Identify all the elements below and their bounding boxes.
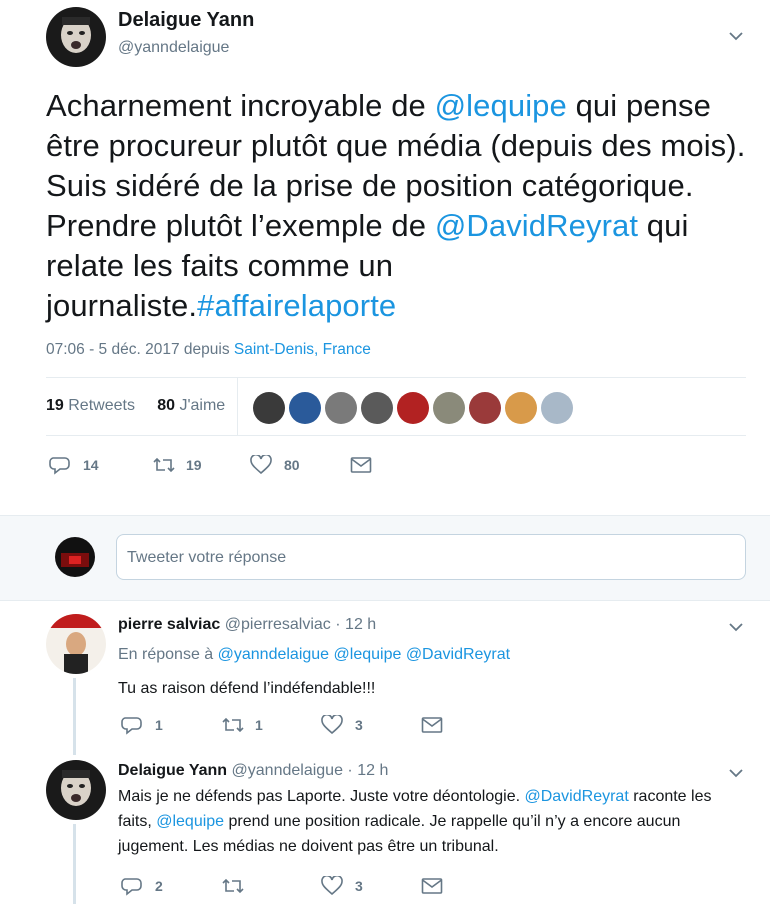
reply-icon bbox=[49, 457, 70, 475]
divider bbox=[46, 377, 746, 378]
liker-avatar[interactable] bbox=[361, 392, 393, 424]
reply-button[interactable]: 2 bbox=[121, 876, 221, 896]
liker-avatar[interactable] bbox=[289, 392, 321, 424]
retweet-count: 1 bbox=[255, 717, 263, 733]
liker-avatar[interactable] bbox=[253, 392, 285, 424]
tweet-timestamp: 07:06 - 5 déc. 2017 depuis Saint-Denis, … bbox=[46, 341, 371, 359]
mention-link[interactable]: #affairelaporte bbox=[197, 288, 396, 323]
retweet-button[interactable]: 19 bbox=[152, 455, 250, 475]
author-avatar[interactable] bbox=[46, 7, 106, 67]
reply-icon bbox=[121, 717, 142, 735]
reply-author-handle[interactable]: @yanndelaigue bbox=[232, 762, 343, 779]
reply-icon bbox=[121, 878, 142, 896]
reply-author-name[interactable]: Delaigue Yann bbox=[118, 762, 227, 779]
liker-avatar[interactable] bbox=[505, 392, 537, 424]
retweet-icon bbox=[222, 717, 244, 733]
mention-link[interactable]: @DavidReyrat bbox=[524, 788, 628, 805]
liker-avatar[interactable] bbox=[541, 392, 573, 424]
liker-avatar[interactable] bbox=[469, 392, 501, 424]
like-count: 3 bbox=[355, 717, 363, 733]
reply-input[interactable]: Tweeter votre réponse bbox=[116, 534, 746, 580]
reply-author-handle[interactable]: @pierresalviac bbox=[225, 616, 331, 633]
like-button[interactable]: 3 bbox=[321, 715, 421, 735]
text-segment: Acharnement incroyable de bbox=[46, 88, 435, 123]
envelope-icon bbox=[350, 457, 372, 473]
chevron-down-icon[interactable] bbox=[727, 618, 745, 636]
reply-actions: 1 1 3 bbox=[121, 715, 443, 735]
tweet-time[interactable]: 07:06 - 5 déc. 2017 bbox=[46, 341, 180, 358]
retweet-count: 19 bbox=[186, 457, 202, 473]
liker-avatar[interactable] bbox=[325, 392, 357, 424]
liker-avatar[interactable] bbox=[433, 392, 465, 424]
message-button[interactable] bbox=[421, 877, 443, 895]
message-button[interactable] bbox=[350, 456, 372, 474]
thread-line bbox=[73, 678, 76, 755]
like-button[interactable]: 3 bbox=[321, 876, 421, 896]
reply-time[interactable]: · 12 h bbox=[335, 616, 376, 633]
retweets-stat[interactable]: 19 Retweets bbox=[46, 397, 135, 414]
stats-divider bbox=[237, 378, 238, 435]
mention-link[interactable]: @lequipe bbox=[156, 813, 224, 830]
envelope-icon bbox=[421, 878, 443, 894]
retweet-icon bbox=[222, 878, 244, 894]
reply-text: Mais je ne défends pas Laporte. Juste vo… bbox=[118, 784, 748, 859]
tweet-actions: 14 19 80 bbox=[49, 455, 372, 475]
author-name[interactable]: Delaigue Yann bbox=[118, 9, 254, 32]
retweet-button[interactable]: 1 bbox=[221, 715, 321, 735]
reply-actions: 2 3 bbox=[121, 876, 443, 896]
likers-avatars bbox=[253, 392, 573, 424]
author-handle[interactable]: @yanndelaigue bbox=[118, 39, 229, 57]
in-reply-to: En réponse à @yanndelaigue @lequipe @Dav… bbox=[118, 646, 511, 663]
reply-time[interactable]: · 12 h bbox=[347, 762, 388, 779]
reply-text: Tu as raison défend l’indéfendable!!! bbox=[118, 680, 376, 697]
reply-button[interactable]: 1 bbox=[121, 715, 221, 735]
retweet-icon bbox=[153, 457, 175, 473]
mention-link[interactable]: @DavidReyrat bbox=[435, 208, 638, 243]
text-segment: Mais je ne défends pas Laporte. Juste vo… bbox=[118, 788, 525, 805]
heart-icon bbox=[321, 715, 343, 735]
tweet-location[interactable]: Saint-Denis, France bbox=[234, 341, 371, 358]
envelope-icon bbox=[421, 717, 443, 733]
reply-header: pierre salviac @pierresalviac · 12 h bbox=[118, 616, 376, 634]
reply-avatar[interactable] bbox=[46, 760, 106, 820]
message-button[interactable] bbox=[421, 716, 443, 734]
thread-line bbox=[73, 824, 76, 904]
tweet-via: depuis bbox=[183, 341, 230, 358]
reply-count: 2 bbox=[155, 878, 163, 894]
reply-author-name[interactable]: pierre salviac bbox=[118, 616, 220, 633]
reply-count: 1 bbox=[155, 717, 163, 733]
current-user-avatar[interactable] bbox=[55, 537, 95, 577]
like-count: 3 bbox=[355, 878, 363, 894]
like-button[interactable]: 80 bbox=[250, 455, 350, 475]
retweet-button[interactable] bbox=[221, 876, 321, 896]
mention-link[interactable]: @lequipe bbox=[435, 88, 567, 123]
reply-button[interactable]: 14 bbox=[49, 455, 152, 475]
tweet-text: Acharnement incroyable de @lequipe qui p… bbox=[46, 86, 746, 326]
in-reply-to-handles[interactable]: @yanndelaigue @lequipe @DavidReyrat bbox=[218, 646, 510, 663]
chevron-down-icon[interactable] bbox=[727, 764, 745, 782]
chevron-down-icon[interactable] bbox=[727, 27, 745, 45]
reply-header: Delaigue Yann @yanndelaigue · 12 h bbox=[118, 762, 388, 780]
heart-icon bbox=[250, 455, 272, 475]
like-count: 80 bbox=[284, 457, 300, 473]
divider bbox=[46, 435, 746, 436]
heart-icon bbox=[321, 876, 343, 896]
tweet-stats: 19 Retweets 80 J'aime bbox=[46, 397, 225, 415]
reply-count: 14 bbox=[83, 457, 99, 473]
liker-avatar[interactable] bbox=[397, 392, 429, 424]
likes-stat[interactable]: 80 J'aime bbox=[157, 397, 225, 414]
reply-avatar[interactable] bbox=[46, 614, 106, 674]
